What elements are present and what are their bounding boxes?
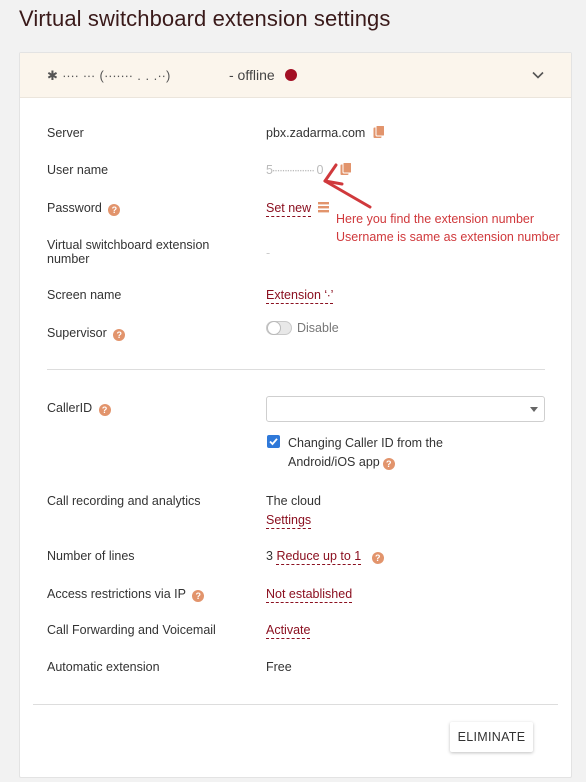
annotation-line2: Username is same as extension number: [336, 230, 560, 244]
annotation-line1: Here you find the extension number: [336, 212, 535, 226]
arrow-annotation: [323, 163, 372, 209]
annotation-text: Here you find the extension number Usern…: [336, 210, 560, 246]
